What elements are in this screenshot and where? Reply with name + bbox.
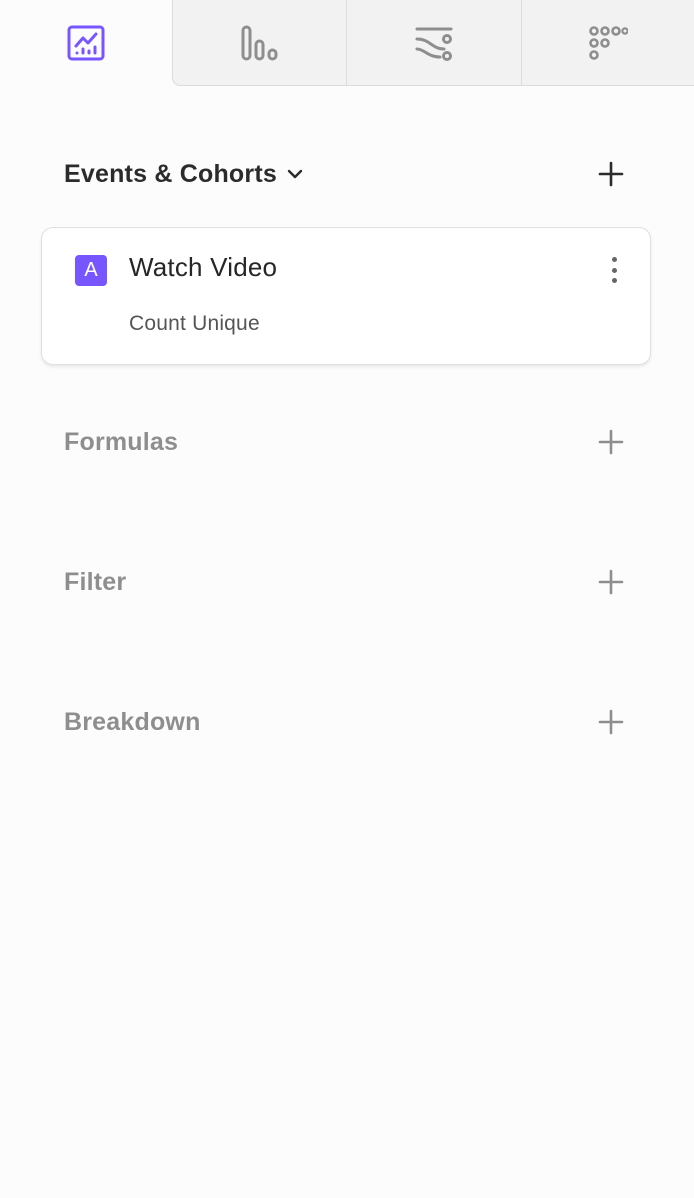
add-formula-button[interactable] [584,422,624,462]
report-type-tabs [0,0,694,86]
event-measure-selector[interactable]: Count Unique [129,312,260,336]
plus-icon [598,569,624,595]
formulas-title: Formulas [64,427,179,456]
tab-insights[interactable] [0,0,172,86]
filter-section-header: Filter [64,562,624,602]
tab-flows[interactable] [346,0,521,86]
retention-grid-icon [589,25,628,60]
tab-bar-chart[interactable] [172,0,346,86]
formulas-section-header: Formulas [64,422,624,462]
events-cohorts-section-header: Events & Cohorts [64,154,624,194]
plus-icon [598,709,624,735]
chevron-down-icon [287,169,303,179]
add-event-button[interactable] [584,154,624,194]
events-cohorts-title: Events & Cohorts [64,159,277,188]
insights-chart-icon [67,25,105,61]
event-name[interactable]: Watch Video [129,252,277,283]
event-letter-badge: A [75,255,107,286]
plus-icon [598,429,624,455]
breakdown-title: Breakdown [64,707,201,736]
add-breakdown-button[interactable] [584,702,624,742]
events-cohorts-dropdown[interactable]: Events & Cohorts [64,160,303,189]
event-card[interactable]: A Watch Video Count Unique [41,227,651,365]
breakdown-section-header: Breakdown [64,702,624,742]
flows-icon [415,27,453,61]
filter-title: Filter [64,567,127,596]
add-filter-button[interactable] [584,562,624,602]
kebab-menu-icon[interactable] [604,254,624,286]
tab-retention[interactable] [521,0,694,86]
plus-icon [598,161,624,187]
bar-chart-icon [241,25,277,60]
